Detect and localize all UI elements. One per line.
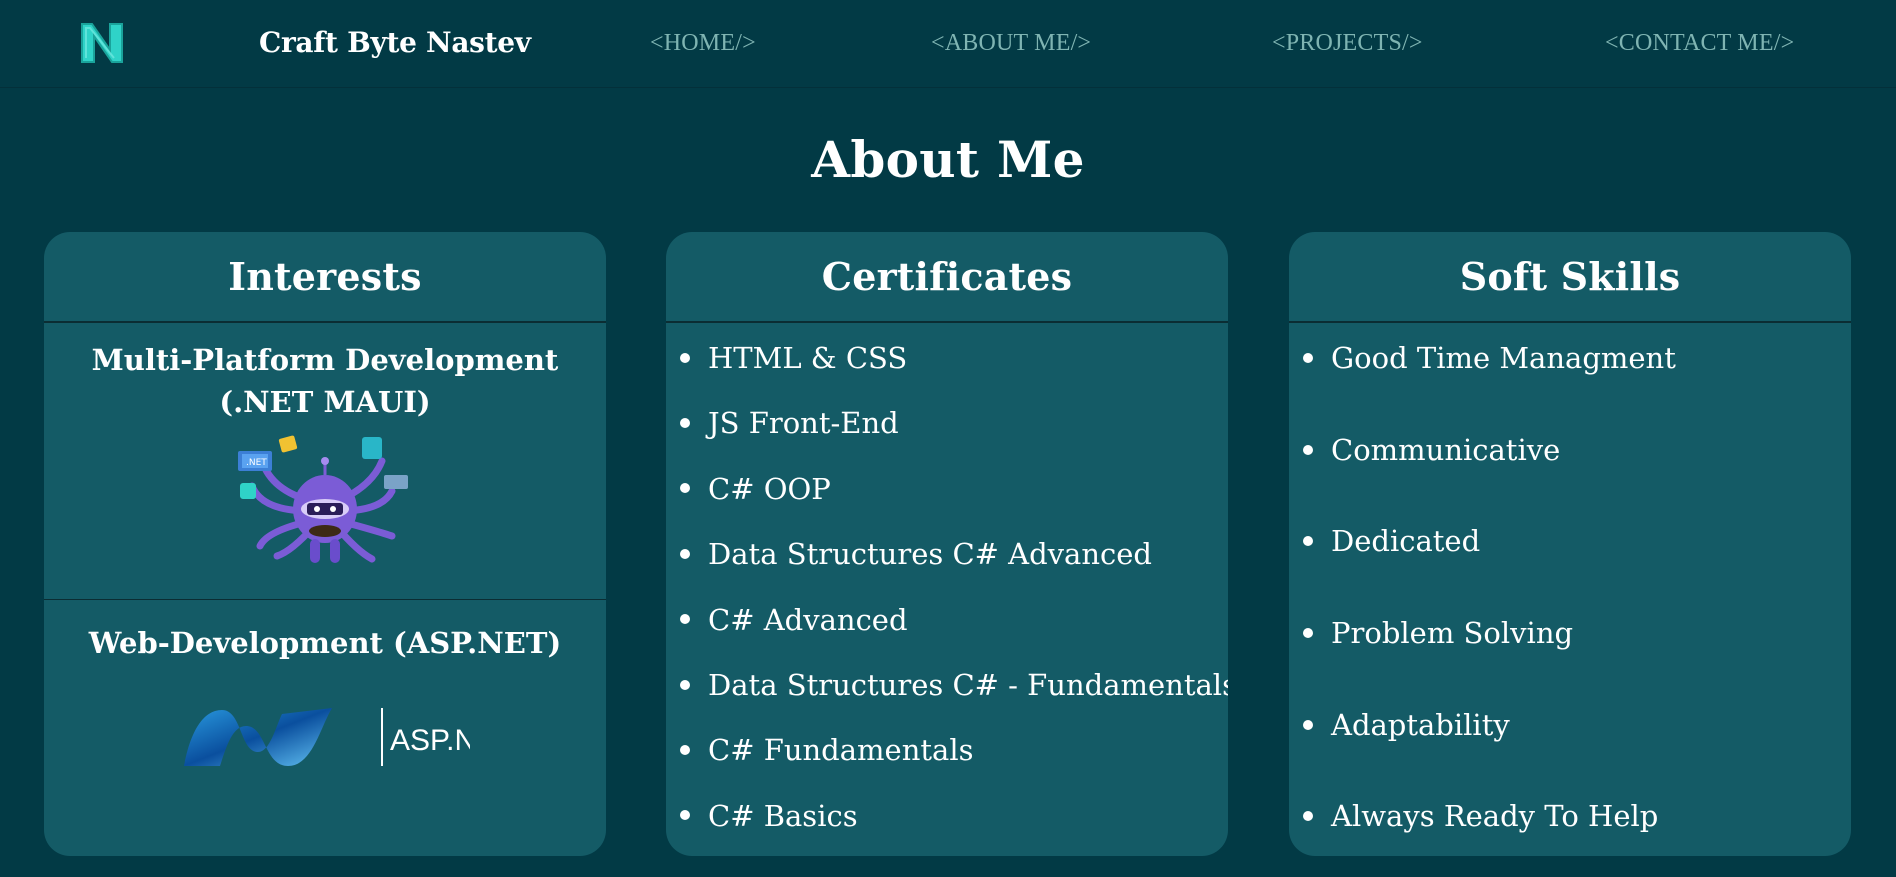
top-navbar: Craft Byte Nastev <HOME/> <ABOUT ME/> <P… (0, 0, 1896, 88)
page-title: About Me (811, 130, 1085, 189)
aspnet-logo-image: ASP.NET (184, 708, 470, 766)
certificate-item: Data Structures C# Advanced (666, 522, 1228, 587)
certificate-item: HTML & CSS (666, 326, 1228, 391)
certificate-item: C# Basics (666, 784, 1228, 849)
soft-skill-item: Communicative (1289, 405, 1851, 497)
certificate-item: C# Advanced (666, 588, 1228, 653)
soft-skill-item: Adaptability (1289, 680, 1851, 772)
brand-title[interactable]: Craft Byte Nastev (259, 26, 531, 59)
soft-skills-card: Soft Skills Good Time Managment Communic… (1289, 232, 1851, 856)
nav-link-contact[interactable]: <CONTACT ME/> (1605, 30, 1794, 57)
certificate-item: Data Structures C# - Fundamentals (666, 653, 1228, 718)
certificates-list: HTML & CSS JS Front-End C# OOP Data Stru… (666, 323, 1228, 849)
dotnet-maui-mascot-image: .NET (238, 435, 408, 563)
interest-item-maui: Multi-Platform Development (.NET MAUI) .… (44, 323, 606, 599)
aspnet-logo-text: ASP.NET (390, 724, 470, 757)
certificate-item: C# OOP (666, 457, 1228, 522)
interest-label-maui: Multi-Platform Development (.NET MAUI) (91, 343, 559, 419)
soft-skill-item: Always Ready To Help (1289, 771, 1851, 856)
logo-n-icon[interactable] (78, 18, 126, 66)
certificate-item: JS Front-End (666, 391, 1228, 456)
interest-item-aspnet: Web-Development (ASP.NET) ASP.NET (44, 600, 606, 856)
soft-skill-item: Good Time Managment (1289, 313, 1851, 405)
interests-card: Interests Multi-Platform Development (.N… (44, 232, 606, 856)
soft-skill-item: Dedicated (1289, 496, 1851, 588)
interests-card-title: Interests (44, 232, 606, 323)
soft-skills-card-title: Soft Skills (1289, 232, 1851, 323)
certificates-card-title: Certificates (666, 232, 1228, 323)
nav-link-home[interactable]: <HOME/> (650, 30, 756, 57)
soft-skill-item: Problem Solving (1289, 588, 1851, 680)
nav-link-projects[interactable]: <PROJECTS/> (1272, 30, 1423, 57)
nav-link-about[interactable]: <ABOUT ME/> (931, 30, 1091, 57)
soft-skills-list: Good Time Managment Communicative Dedica… (1289, 313, 1851, 856)
net-badge-text: .NET (246, 458, 267, 468)
certificates-card: Certificates HTML & CSS JS Front-End C# … (666, 232, 1228, 856)
interest-label-aspnet: Web-Development (ASP.NET) (88, 626, 562, 660)
certificate-item: C# Fundamentals (666, 718, 1228, 783)
